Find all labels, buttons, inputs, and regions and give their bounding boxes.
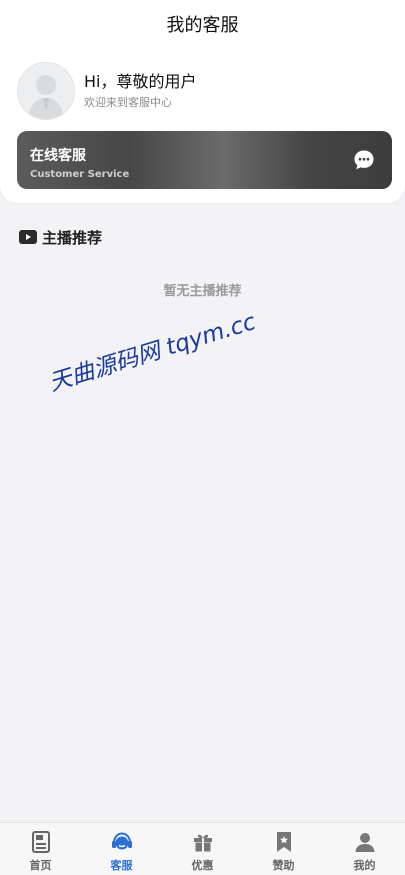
recommend-header: 主播推荐 [19,226,102,248]
tab-label: 我的 [353,859,376,872]
user-icon [355,833,374,852]
greeting-text: Hi，尊敬的用户 [84,72,197,91]
tab-label: 首页 [29,859,52,872]
chat-bubble-icon [354,150,374,170]
bottom-tabbar: 首页 客服 优惠 赞助 我的 [0,822,405,875]
empty-state-text: 暂无主播推荐 [163,284,242,299]
headset-icon [111,832,132,850]
tab-label: 客服 [110,859,133,872]
tab-sponsor[interactable]: 赞助 [243,823,324,875]
document-icon [31,831,50,853]
video-play-icon [19,230,37,244]
avatar[interactable] [17,62,75,120]
tab-label: 优惠 [191,859,214,872]
service-title: 在线客服 [30,148,86,164]
watermark: 天曲源码网 tqym.cc [46,308,259,397]
greeting-subtitle: 欢迎来到客服中心 [84,96,172,109]
bookmark-star-icon [276,832,291,852]
service-subtitle: Customer Service [30,169,130,180]
tab-service[interactable]: 客服 [81,823,162,875]
online-service-button[interactable]: 在线客服 Customer Service [17,131,392,189]
tab-discount[interactable]: 优惠 [162,823,243,875]
page-title: 我的客服 [166,15,239,36]
tab-label: 赞助 [272,859,295,872]
default-avatar-icon [18,63,74,119]
gift-icon [193,834,212,852]
tab-mine[interactable]: 我的 [324,823,405,875]
header-card: 我的客服 Hi，尊敬的用户 欢迎来到客服中心 在线客服 Customer Ser… [0,0,405,203]
tab-home[interactable]: 首页 [0,823,81,875]
recommend-title: 主播推荐 [42,228,103,247]
